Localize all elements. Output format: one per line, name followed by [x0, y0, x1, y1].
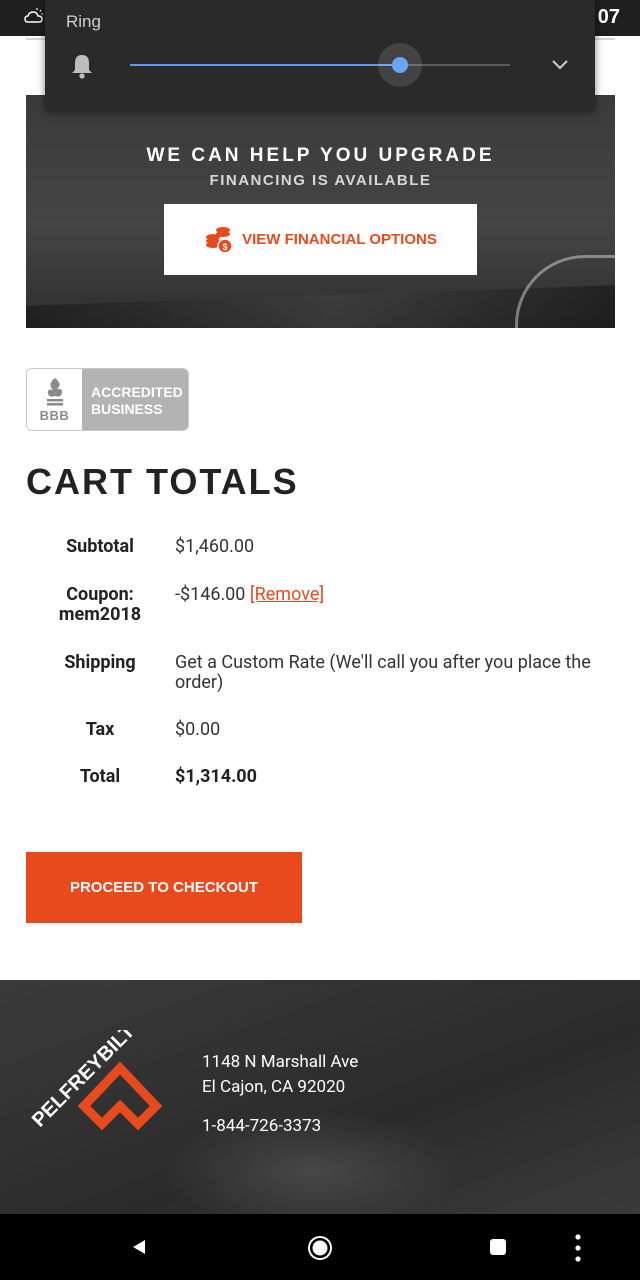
banner-headline: WE CAN HELP YOU UPGRADE: [146, 145, 495, 166]
coupon-label: Coupon: mem2018: [58, 584, 142, 625]
footer-phone[interactable]: 1-844-726-3373: [202, 1116, 321, 1136]
volume-slider[interactable]: [130, 64, 510, 66]
proceed-to-checkout-button[interactable]: PROCEED TO CHECKOUT: [26, 852, 302, 923]
bbb-line1: ACCREDITED: [91, 384, 183, 400]
tax-value: $0.00: [175, 719, 221, 740]
system-nav-bar: [0, 1214, 640, 1280]
bbb-abbreviation: BBB: [39, 408, 70, 423]
banner-vehicle-silhouette: [515, 255, 615, 328]
footer-address-line1: 1148 N Marshall Ave: [202, 1052, 359, 1072]
subtotal-label: Subtotal: [66, 536, 134, 557]
shipping-label: Shipping: [64, 652, 136, 673]
chevron-down-icon[interactable]: [551, 58, 569, 70]
shipping-value: Get a Custom Rate (We'll call you after …: [175, 652, 591, 693]
subtotal-value: $1,460.00: [175, 536, 255, 557]
bbb-torch-icon: [46, 378, 63, 406]
remove-coupon-link[interactable]: [Remove]: [250, 584, 324, 605]
footer-address-line2: El Cajon, CA 92020: [202, 1077, 346, 1097]
total-value: $1,314.00: [175, 766, 257, 787]
bbb-text-block: ACCREDITED BUSINESS: [82, 369, 188, 430]
recent-apps-icon[interactable]: [490, 1239, 506, 1255]
back-icon[interactable]: [130, 1238, 148, 1256]
home-icon[interactable]: [307, 1235, 333, 1261]
cloud-sun-icon: [24, 8, 43, 23]
coins-icon: $: [206, 226, 233, 254]
svg-text:$: $: [223, 242, 228, 252]
tax-label: Tax: [85, 719, 115, 740]
bbb-accredited-badge[interactable]: BBB ACCREDITED BUSINESS: [26, 368, 189, 431]
bbb-logo-block: BBB: [27, 369, 82, 430]
status-clock: 07: [597, 6, 620, 28]
volume-slider-thumb[interactable]: [391, 57, 408, 73]
bbb-line2: BUSINESS: [91, 401, 163, 417]
more-options-icon[interactable]: [575, 1234, 581, 1262]
volume-slider-fill: [130, 64, 400, 66]
view-financial-options-label: VIEW FINANCIAL OPTIONS: [242, 231, 437, 248]
pelfreybilt-logo[interactable]: PELFREYBILT: [24, 1030, 194, 1150]
cart-totals-heading: CART TOTALS: [26, 461, 299, 502]
volume-stream-label: Ring: [66, 12, 101, 31]
financing-banner: WE CAN HELP YOU UPGRADE FINANCING IS AVA…: [26, 95, 615, 328]
total-label: Total: [79, 766, 121, 787]
bell-icon[interactable]: [69, 52, 95, 80]
volume-popup: Ring: [45, 0, 595, 110]
view-financial-options-button[interactable]: $ VIEW FINANCIAL OPTIONS: [164, 204, 477, 275]
coupon-value: -$146.00: [175, 584, 246, 605]
banner-subline: FINANCING IS AVAILABLE: [209, 172, 432, 189]
coupon-value-wrap: -$146.00 [Remove]: [175, 585, 605, 605]
site-footer: PELFREYBILT 1148 N Marshall Ave El Cajon…: [0, 980, 640, 1214]
footer-brand: PELFREYBILT: [28, 1030, 139, 1132]
